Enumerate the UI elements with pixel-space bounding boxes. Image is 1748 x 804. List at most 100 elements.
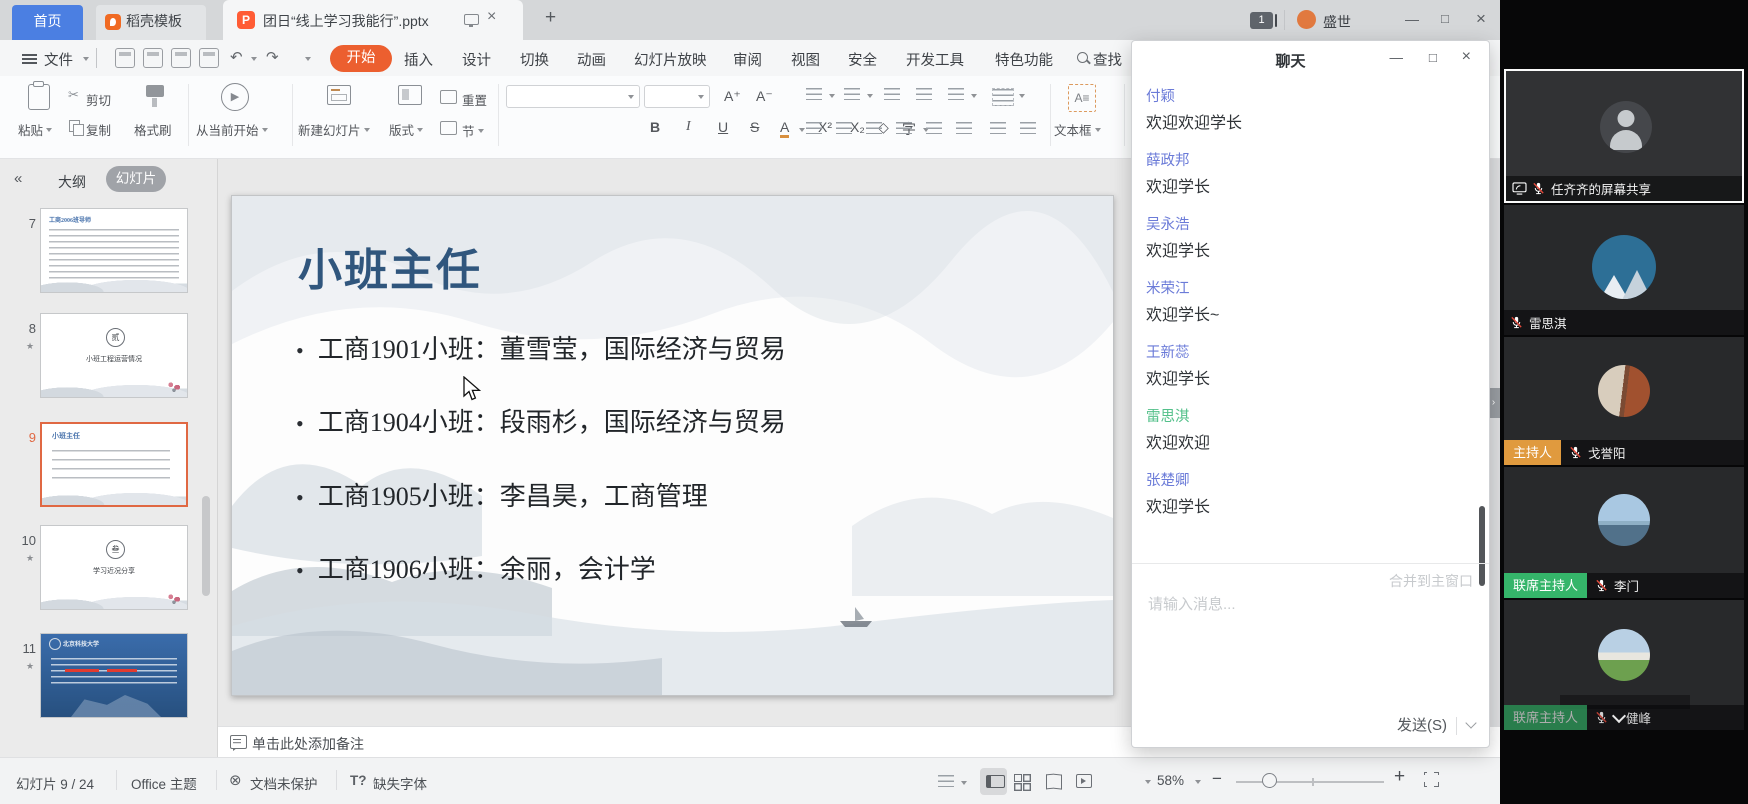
- bold-button[interactable]: B: [650, 119, 660, 135]
- cut-button[interactable]: 剪切: [86, 90, 111, 109]
- protection-status[interactable]: 文档未保护: [250, 773, 318, 793]
- menu-tab-slideshow[interactable]: 幻灯片放映: [634, 49, 707, 70]
- window-close-button[interactable]: ×: [1476, 9, 1486, 29]
- canvas-scrollbar[interactable]: [1490, 159, 1500, 726]
- chat-minimize-button[interactable]: —: [1390, 50, 1404, 65]
- format-painter-button[interactable]: 格式刷: [134, 120, 172, 139]
- participant-tile-screenshare[interactable]: 任齐齐的屏幕共享: [1504, 69, 1744, 203]
- menu-file[interactable]: 文件: [44, 49, 73, 70]
- present-cast-icon[interactable]: [464, 14, 479, 25]
- slide-thumbnail-10[interactable]: 叁 学习近况分享: [40, 525, 188, 610]
- slide-sorter-view-button[interactable]: [1014, 774, 1022, 782]
- slide-bullet-1[interactable]: 工商1901小班：董雪莹，国际经济与贸易: [296, 329, 786, 366]
- chat-input[interactable]: [1146, 591, 1450, 715]
- new-tab-button[interactable]: +: [545, 7, 556, 29]
- caret-down-icon[interactable]: [961, 781, 967, 788]
- chat-sender[interactable]: 吴永浩: [1146, 215, 1466, 235]
- caret-down-icon[interactable]: [1145, 780, 1151, 787]
- underline-button[interactable]: U: [718, 119, 728, 135]
- chat-sender[interactable]: 雷思淇: [1146, 407, 1466, 427]
- hamburger-icon[interactable]: [22, 54, 37, 56]
- zoom-in-button[interactable]: +: [1394, 766, 1405, 788]
- chat-close-button[interactable]: ×: [1462, 48, 1471, 66]
- redo-icon[interactable]: ↷: [266, 48, 279, 66]
- numbered-list-icon[interactable]: [844, 88, 860, 100]
- zoom-out-button[interactable]: −: [1212, 769, 1222, 789]
- chat-sender[interactable]: 薛政邦: [1146, 151, 1466, 171]
- menu-tab-view[interactable]: 视图: [791, 49, 820, 70]
- decrease-font-button[interactable]: A⁻: [756, 88, 773, 105]
- section-button[interactable]: 节: [462, 121, 484, 140]
- menu-tab-home[interactable]: 开始: [330, 45, 392, 72]
- notes-placeholder[interactable]: 单击此处添加备注: [252, 734, 364, 754]
- copy-button[interactable]: 复制: [86, 120, 111, 139]
- participant-tile-cohost[interactable]: 联席主持人 李门: [1504, 467, 1744, 598]
- tab-close-icon[interactable]: ×: [487, 8, 496, 26]
- caret-down-icon[interactable]: [1019, 94, 1025, 101]
- slideshow-view-button[interactable]: [1076, 774, 1092, 788]
- align-center-icon[interactable]: [836, 122, 852, 134]
- distribute-icon[interactable]: [926, 122, 942, 134]
- slide-bullet-2[interactable]: 工商1904小班：段雨杉，国际经济与贸易: [296, 402, 786, 439]
- user-name[interactable]: 盛世: [1323, 12, 1351, 32]
- menu-tab-design[interactable]: 设计: [462, 49, 491, 70]
- zoom-slider-track[interactable]: [1236, 781, 1384, 783]
- save-icon[interactable]: [115, 48, 135, 68]
- increase-indent-icon[interactable]: [916, 88, 932, 100]
- increase-font-button[interactable]: A⁺: [724, 88, 741, 105]
- move-up-list-icon[interactable]: [990, 122, 1006, 134]
- justify-icon[interactable]: [896, 122, 912, 134]
- slide-thumbnail-11[interactable]: 北京科技大学: [40, 633, 188, 718]
- menu-tab-insert[interactable]: 插入: [404, 49, 433, 70]
- new-slide-button[interactable]: 新建幻灯片: [298, 120, 370, 139]
- slide-thumbnail-7[interactable]: 工商2006班导师: [40, 208, 188, 293]
- caret-down-icon[interactable]: [867, 94, 873, 101]
- tab-document-active[interactable]: P 团日“线上学习我能行”.pptx ×: [223, 0, 523, 40]
- chevron-down-icon[interactable]: [1612, 708, 1626, 722]
- text-direction-icon[interactable]: [948, 88, 964, 100]
- paste-button[interactable]: 粘贴: [18, 120, 52, 139]
- toolbar-options-caret-icon[interactable]: [305, 57, 311, 64]
- tab-home[interactable]: 首页: [12, 5, 83, 40]
- caret-down-icon[interactable]: [1195, 780, 1201, 787]
- chat-sender[interactable]: 张楚卿: [1146, 471, 1466, 491]
- caret-down-icon[interactable]: [251, 57, 257, 64]
- chat-message-list[interactable]: 付颖 欢迎欢迎学长 薛政邦 欢迎学长 吴永浩 欢迎学长 米荣江 欢迎学长~ 王新…: [1146, 87, 1466, 535]
- missing-font-status[interactable]: 缺失字体: [373, 773, 427, 793]
- user-avatar[interactable]: [1297, 10, 1316, 29]
- chat-sender[interactable]: 付颖: [1146, 87, 1466, 107]
- slide-title[interactable]: 小班主任: [298, 234, 482, 298]
- slide-canvas[interactable]: 小班主任 工商1901小班：董雪莹，国际经济与贸易 工商1904小班：段雨杉，国…: [231, 195, 1114, 696]
- font-size-select[interactable]: [644, 85, 710, 108]
- zoom-slider-thumb[interactable]: [1262, 773, 1277, 788]
- fit-to-window-icon[interactable]: [1424, 772, 1439, 787]
- merge-to-main-link[interactable]: 合并到主窗口: [1389, 571, 1473, 591]
- menu-tab-animation[interactable]: 动画: [577, 49, 606, 70]
- layout-icon[interactable]: [398, 85, 422, 105]
- paste-icon[interactable]: [28, 84, 50, 110]
- normal-view-button[interactable]: [980, 768, 1007, 795]
- strikethrough-button[interactable]: S: [750, 119, 759, 135]
- decrease-indent-icon[interactable]: [884, 88, 900, 100]
- align-right-icon[interactable]: [866, 122, 882, 134]
- participant-tile-host[interactable]: 主持人 戈誉阳: [1504, 337, 1744, 465]
- export-icon[interactable]: [143, 48, 163, 68]
- print-preview-icon[interactable]: [199, 48, 219, 68]
- reset-button[interactable]: 重置: [462, 90, 487, 109]
- textbox-button[interactable]: 文本框: [1054, 120, 1101, 139]
- subscript-button[interactable]: X₂: [850, 119, 865, 135]
- play-from-current-button[interactable]: 从当前开始: [196, 120, 268, 139]
- panel-scrollbar[interactable]: [202, 496, 210, 596]
- zoom-level[interactable]: 58%: [1157, 773, 1184, 788]
- caret-down-icon[interactable]: [971, 94, 977, 101]
- menu-find[interactable]: 查找: [1093, 49, 1122, 70]
- menu-tab-security[interactable]: 安全: [848, 49, 877, 70]
- slide-bullet-4[interactable]: 工商1906小班：余丽，会计学: [296, 549, 656, 586]
- menu-tab-features[interactable]: 特色功能: [995, 49, 1053, 70]
- slide-thumbnail-9-selected[interactable]: 小班主任: [40, 422, 188, 507]
- participant-tile-cohost-2[interactable]: 联席主持人 健峰: [1504, 600, 1744, 730]
- italic-button[interactable]: I: [686, 119, 691, 135]
- slide-thumbnail-8[interactable]: 贰 小班工程运营情况: [40, 313, 188, 398]
- layout-button[interactable]: 版式: [389, 120, 423, 139]
- caret-down-icon[interactable]: [829, 94, 835, 101]
